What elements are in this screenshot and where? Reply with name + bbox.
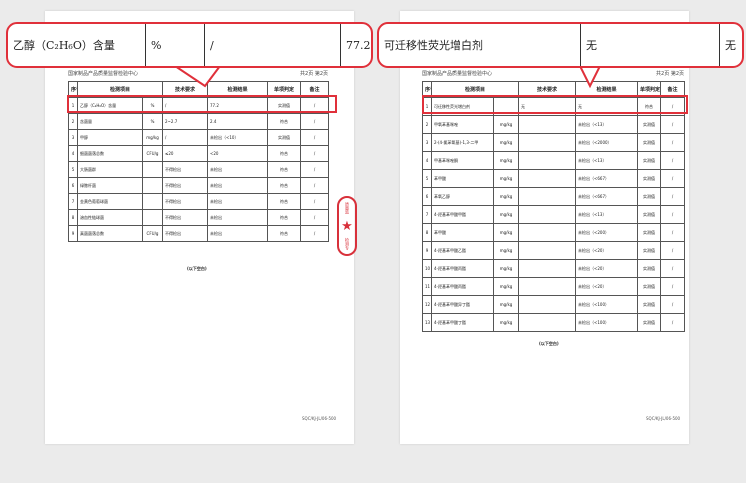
callout-req: 无 — [581, 24, 720, 66]
callout-req: / — [205, 24, 341, 66]
callout-pointer-left — [171, 65, 602, 89]
zoom-callout-right: 可迁移性荧光增白剂 无 无 — [377, 22, 744, 68]
callout-item: 乙醇（C₂H₆O）含量 — [8, 24, 146, 66]
callout-result: 无 — [725, 39, 736, 52]
zoom-callout-left: 乙醇（C₂H₆O）含量 % / 77.2 — [6, 22, 373, 68]
callout-unit: % — [146, 24, 205, 66]
callout-result: 77.2 — [346, 38, 371, 52]
callout-item: 可迁移性荧光增白剂 — [379, 24, 581, 66]
